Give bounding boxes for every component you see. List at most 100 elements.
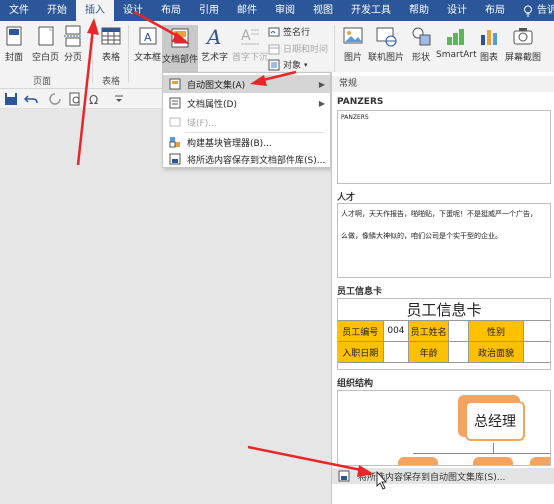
tell-me-label: 告诉我 <box>537 5 554 16</box>
redo-icon[interactable] <box>48 92 62 106</box>
tab-help[interactable]: 帮助 <box>400 0 438 21</box>
group-separator <box>92 25 93 83</box>
drop-cap-button[interactable]: A 首字下沉 <box>232 25 268 63</box>
table-label: 表格 <box>101 53 120 63</box>
table-cell <box>449 321 469 341</box>
chart-button[interactable]: 图表 <box>478 25 500 63</box>
autotext-gallery: 常规 PANZERS PANZERS 人才 人才啊，天天作报告，啪啪贴，下蛋呢！… <box>331 72 554 504</box>
signature-icon <box>268 27 280 36</box>
doc-property-icon <box>169 97 181 109</box>
object-label: 对象 <box>283 61 302 71</box>
pictures-button[interactable]: 图片 <box>342 25 364 63</box>
menu-item-doc-property-label: 文档属性(D) <box>187 99 237 110</box>
employee-card-title: 员工信息卡 <box>338 299 550 321</box>
gallery-entry-panzers[interactable]: PANZERS <box>337 110 551 184</box>
save-to-autotext-gallery-item[interactable]: 将所选内容保存到自动图文集库(S)... <box>332 468 554 484</box>
quick-parts-menu: 自动图文集(A) ▶ 文档属性(D) ▶ 域(F)... 构建基块管理器(B).… <box>162 72 331 168</box>
shapes-icon <box>412 27 431 46</box>
chevron-right-icon: ▶ <box>318 79 325 89</box>
date-time-label: 日期和时间 <box>283 45 329 55</box>
calendar-icon <box>268 44 280 54</box>
undo-icon[interactable] <box>24 92 38 106</box>
table-cell: 员工姓名 <box>409 321 449 341</box>
gallery-entry-label: 员工信息卡 <box>337 287 383 297</box>
building-blocks-icon <box>169 137 180 148</box>
menu-item-building-blocks[interactable]: 构建基块管理器(B)... <box>163 133 330 151</box>
org-chart-top-box: 总经理 <box>465 401 525 441</box>
menu-item-doc-property[interactable]: 文档属性(D) ▶ <box>163 94 330 112</box>
object-button[interactable]: 对象 ▾ <box>268 58 308 71</box>
online-picture-icon <box>376 27 397 47</box>
table-cell <box>524 342 550 362</box>
tab-design[interactable]: 设计 <box>114 0 152 21</box>
menu-item-save-to-gallery[interactable]: 将所选内容保存到文档部件库(S)... <box>163 150 330 168</box>
blank-page-button[interactable]: 空白页 <box>32 25 59 63</box>
tab-mailings[interactable]: 邮件 <box>228 0 266 21</box>
wordart-button[interactable]: A 艺术字 <box>201 25 228 63</box>
smartart-label: SmartArt <box>436 50 477 60</box>
quick-parts-button[interactable]: 文档部件 <box>162 25 198 73</box>
gallery-entry-label: 组织结构 <box>337 379 374 389</box>
blank-page-label: 空白页 <box>32 53 60 63</box>
blank-page-icon <box>38 26 53 46</box>
drop-cap-icon: A <box>241 28 259 45</box>
smartart-button[interactable]: SmartArt <box>436 25 477 60</box>
gallery-entry-org-chart[interactable]: 总经理 <box>337 390 551 466</box>
table-icon <box>101 27 121 45</box>
lightbulb-icon <box>524 5 532 16</box>
save-icon[interactable] <box>4 92 18 106</box>
cover-page-button[interactable]: 封面 <box>3 25 25 63</box>
group-separator <box>128 25 129 83</box>
tab-file[interactable]: 文件 <box>0 0 38 21</box>
tab-table-layout[interactable]: 布局 <box>476 0 514 21</box>
tab-developer[interactable]: 开发工具 <box>342 0 400 21</box>
page-break-button[interactable]: 分页 <box>62 25 84 63</box>
chart-icon <box>481 30 497 45</box>
customize-toolbar-icon[interactable] <box>112 92 126 106</box>
smartart-icon <box>447 29 465 45</box>
textbox-button[interactable]: A 文本框 <box>134 25 161 63</box>
gallery-entry-preview: PANZERS <box>341 114 369 121</box>
wordart-icon: A <box>205 25 221 47</box>
menu-item-field-label: 域(F)... <box>187 118 217 129</box>
symbol-icon[interactable]: Ω <box>88 92 102 106</box>
tab-view[interactable]: 视图 <box>304 0 342 21</box>
svg-text:Ω: Ω <box>89 93 98 106</box>
shapes-button[interactable]: 形状 <box>410 25 432 63</box>
org-chart-connector <box>493 443 494 453</box>
online-pictures-button[interactable]: 联机图片 <box>368 25 404 63</box>
gallery-entry-label: 人才 <box>337 193 356 203</box>
chart-label: 图表 <box>479 53 498 63</box>
menu-item-save-to-gallery-label: 将所选内容保存到文档部件库(S)... <box>187 155 326 166</box>
chevron-down-icon: ▾ <box>304 60 308 69</box>
gallery-entry-employee-card[interactable]: 员工信息卡 员工编号 004 员工姓名 性别 入职日期 年龄 政治面貌 <box>337 298 551 370</box>
signature-line-button[interactable]: 签名行 <box>268 25 310 38</box>
tab-insert[interactable]: 插入 <box>76 0 114 21</box>
drop-cap-label: 首字下沉 <box>232 53 269 63</box>
page-break-icon <box>64 25 82 47</box>
quick-parts-label: 文档部件 <box>162 55 199 65</box>
textbox-icon: A <box>139 27 156 45</box>
tab-home[interactable]: 开始 <box>38 0 76 21</box>
employee-card-row: 员工编号 004 员工姓名 性别 <box>338 321 550 342</box>
org-chart-child-box <box>398 457 438 465</box>
menu-item-field[interactable]: 域(F)... <box>163 113 330 131</box>
online-pictures-label: 联机图片 <box>368 53 405 63</box>
tab-review[interactable]: 审阅 <box>266 0 304 21</box>
tab-table-design[interactable]: 设计 <box>438 0 476 21</box>
tab-references[interactable]: 引用 <box>190 0 228 21</box>
screenshot-button[interactable]: 屏幕截图 <box>505 25 541 63</box>
date-time-button[interactable]: 日期和时间 <box>268 42 328 55</box>
table-cell: 员工编号 <box>338 321 384 341</box>
gallery-entry-talent[interactable]: 人才啊，天天作报告，啪啪贴，下蛋呢！不是挺威严一个广告， 么做，像鳞大神似的，咱… <box>337 203 551 278</box>
tab-layout[interactable]: 布局 <box>152 0 190 21</box>
menu-item-autotext-label: 自动图文集(A) <box>187 80 246 91</box>
print-preview-icon[interactable] <box>68 92 82 106</box>
cover-page-icon <box>6 26 22 46</box>
table-button[interactable]: 表格 <box>100 25 122 63</box>
org-chart-connector <box>413 453 550 454</box>
tell-me-box[interactable]: 告诉我 <box>514 0 554 21</box>
shapes-label: 形状 <box>411 53 430 63</box>
cover-page-label: 封面 <box>4 53 23 63</box>
menu-item-autotext[interactable]: 自动图文集(A) ▶ <box>163 75 330 93</box>
